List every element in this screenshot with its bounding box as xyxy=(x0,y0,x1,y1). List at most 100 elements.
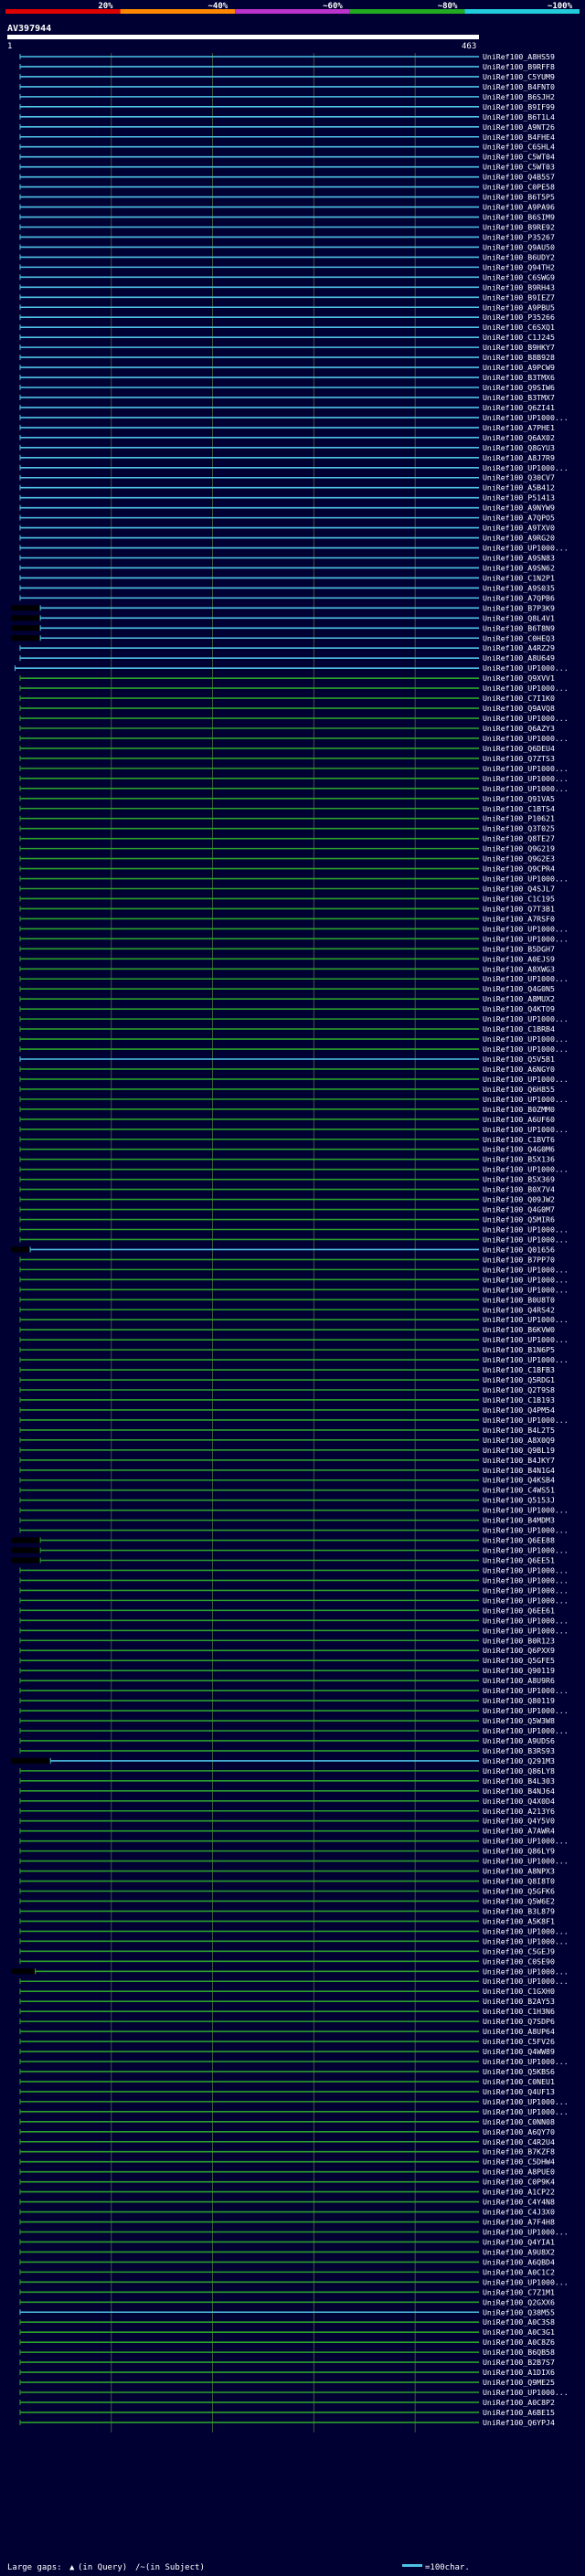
hit-label[interactable]: UniRef100_B2B7S7 xyxy=(483,2358,555,2367)
hit-label[interactable]: UniRef100_Q6ZI41 xyxy=(483,403,555,412)
hit-label[interactable]: UniRef100_UP1000... xyxy=(483,2277,569,2286)
hit-label[interactable]: UniRef100_C7I1K0 xyxy=(483,694,555,703)
hit-label[interactable]: UniRef100_UP1000... xyxy=(483,974,569,983)
hit-label[interactable]: UniRef100_C5WT03 xyxy=(483,163,555,172)
hit-label[interactable]: UniRef100_Q5RDG1 xyxy=(483,1375,555,1384)
hit-label[interactable]: UniRef100_UP1000... xyxy=(483,764,569,773)
hit-label[interactable]: UniRef100_Q4G0M6 xyxy=(483,1145,555,1154)
hit-label[interactable]: UniRef100_Q4X0D4 xyxy=(483,1797,555,1806)
hit-label[interactable]: UniRef100_UP1000... xyxy=(483,1265,569,1274)
hit-label[interactable]: UniRef100_B9RE92 xyxy=(483,222,555,231)
hit-label[interactable]: UniRef100_Q86LY8 xyxy=(483,1766,555,1776)
hit-label[interactable]: UniRef100_Q4KTO9 xyxy=(483,1004,555,1013)
hit-label[interactable]: UniRef100_Q9CPR4 xyxy=(483,864,555,874)
hit-label[interactable]: UniRef100_A8J7R9 xyxy=(483,453,555,462)
hit-label[interactable]: UniRef100_Q9AU50 xyxy=(483,242,555,251)
hit-label[interactable]: UniRef100_UP1000... xyxy=(483,875,569,884)
hit-label[interactable]: UniRef100_A9PBU5 xyxy=(483,302,555,312)
hit-label[interactable]: UniRef100_B9IF99 xyxy=(483,102,555,111)
hit-label[interactable]: UniRef100_A1CP22 xyxy=(483,2188,555,2197)
hit-label[interactable]: UniRef100_Q2GXX6 xyxy=(483,2297,555,2306)
hit-label[interactable]: UniRef100_C4WS51 xyxy=(483,1486,555,1495)
hit-label[interactable]: UniRef100_B5DGH7 xyxy=(483,944,555,953)
hit-label[interactable]: UniRef100_B4NJ64 xyxy=(483,1786,555,1796)
hit-label[interactable]: UniRef100_Q5MIR6 xyxy=(483,1215,555,1224)
hit-label[interactable]: UniRef100_UP1000... xyxy=(483,1706,569,1715)
hit-label[interactable]: UniRef100_A8MUX2 xyxy=(483,994,555,1003)
hit-label[interactable]: UniRef100_UP1000... xyxy=(483,1044,569,1054)
hit-label[interactable]: UniRef100_A7QPB6 xyxy=(483,593,555,602)
hit-label[interactable]: UniRef100_B9RH43 xyxy=(483,282,555,292)
hit-label[interactable]: UniRef100_UP1000... xyxy=(483,1095,569,1104)
hit-label[interactable]: UniRef100_UP1000... xyxy=(483,1275,569,1284)
hit-label[interactable]: UniRef100_A1DIX6 xyxy=(483,2368,555,2377)
hit-label[interactable]: UniRef100_C0SE90 xyxy=(483,1956,555,1966)
hit-label[interactable]: UniRef100_UP1000... xyxy=(483,734,569,743)
hit-label[interactable]: UniRef100_Q9XVV1 xyxy=(483,673,555,683)
hit-label[interactable]: UniRef100_Q4WW89 xyxy=(483,2047,555,2056)
hit-label[interactable]: UniRef100_Q5V5B1 xyxy=(483,1055,555,1064)
hit-label[interactable]: UniRef100_C0PE58 xyxy=(483,183,555,192)
hit-label[interactable]: UniRef100_UP1000... xyxy=(483,1926,569,1935)
hit-label[interactable]: UniRef100_B4N1G4 xyxy=(483,1466,555,1475)
hit-label[interactable]: UniRef100_A8X0Q9 xyxy=(483,1436,555,1445)
hit-label[interactable]: UniRef100_UP1000... xyxy=(483,1415,569,1425)
hit-label[interactable]: UniRef100_UP1000... xyxy=(483,1315,569,1324)
hit-label[interactable]: UniRef100_B5X136 xyxy=(483,1155,555,1164)
hit-label[interactable]: UniRef100_Q8GYU3 xyxy=(483,443,555,452)
hit-label[interactable]: UniRef100_Q6EE61 xyxy=(483,1606,555,1615)
hit-label[interactable]: UniRef100_Q6YPJ4 xyxy=(483,2418,555,2427)
hit-label[interactable]: UniRef100_A8PUE0 xyxy=(483,2168,555,2177)
hit-label[interactable]: UniRef100_C1BTS4 xyxy=(483,804,555,813)
hit-label[interactable]: UniRef100_Q9ME25 xyxy=(483,2378,555,2387)
hit-label[interactable]: UniRef100_Q7ZTS3 xyxy=(483,754,555,763)
hit-label[interactable]: UniRef100_UP1000... xyxy=(483,1626,569,1635)
hit-label[interactable]: UniRef100_B4L303 xyxy=(483,1776,555,1786)
hit-label[interactable]: UniRef100_B2AY53 xyxy=(483,1997,555,2006)
hit-label[interactable]: UniRef100_Q6DEU4 xyxy=(483,744,555,753)
hit-label[interactable]: UniRef100_UP1000... xyxy=(483,1575,569,1585)
hit-label[interactable]: UniRef100_Q9G2E3 xyxy=(483,854,555,864)
hit-label[interactable]: UniRef100_C1BVT6 xyxy=(483,1135,555,1144)
hit-label[interactable]: UniRef100_B8B928 xyxy=(483,353,555,362)
hit-label[interactable]: UniRef100_A8UP64 xyxy=(483,2027,555,2036)
hit-label[interactable]: UniRef100_A6QY70 xyxy=(483,2127,555,2136)
hit-label[interactable]: UniRef100_B5X369 xyxy=(483,1175,555,1184)
hit-label[interactable]: UniRef100_UP1000... xyxy=(483,714,569,723)
hit-label[interactable]: UniRef100_UP1000... xyxy=(483,1235,569,1244)
hit-label[interactable]: UniRef100_Q5GFK6 xyxy=(483,1887,555,1896)
hit-label[interactable]: UniRef100_C7Z1M1 xyxy=(483,2287,555,2296)
hit-label[interactable]: UniRef100_UP1000... xyxy=(483,1285,569,1294)
hit-label[interactable]: UniRef100_A7RSF0 xyxy=(483,914,555,923)
hit-label[interactable]: UniRef100_B6KVW0 xyxy=(483,1325,555,1334)
hit-label[interactable]: UniRef100_Q9AVQ8 xyxy=(483,704,555,713)
hit-label[interactable]: UniRef100_Q291M3 xyxy=(483,1756,555,1765)
hit-label[interactable]: UniRef100_A7AWR4 xyxy=(483,1827,555,1836)
hit-label[interactable]: UniRef100_UP1000... xyxy=(483,2107,569,2116)
hit-label[interactable]: UniRef100_C0NN08 xyxy=(483,2117,555,2126)
hit-label[interactable]: UniRef100_C1J245 xyxy=(483,333,555,342)
hit-label[interactable]: UniRef100_UP1000... xyxy=(483,1616,569,1625)
hit-label[interactable]: UniRef100_Q5W6E2 xyxy=(483,1896,555,1905)
hit-label[interactable]: UniRef100_Q6AX02 xyxy=(483,433,555,442)
hit-label[interactable]: UniRef100_A9S035 xyxy=(483,583,555,592)
hit-label[interactable]: UniRef100_Q38M55 xyxy=(483,2307,555,2316)
hit-label[interactable]: UniRef100_A9TXV0 xyxy=(483,524,555,533)
hit-label[interactable]: UniRef100_A213Y6 xyxy=(483,1807,555,1816)
hit-label[interactable]: UniRef100_B0U8T0 xyxy=(483,1295,555,1304)
hit-label[interactable]: UniRef100_Q86LY9 xyxy=(483,1847,555,1856)
hit-label[interactable]: UniRef100_C1H3N6 xyxy=(483,2007,555,2016)
hit-label[interactable]: UniRef100_A4RZ29 xyxy=(483,643,555,652)
hit-label[interactable]: UniRef100_B0ZMM0 xyxy=(483,1105,555,1114)
hit-label[interactable]: UniRef100_C1C195 xyxy=(483,894,555,903)
hit-label[interactable]: UniRef100_UP1000... xyxy=(483,1966,569,1976)
hit-label[interactable]: UniRef100_Q9BL19 xyxy=(483,1446,555,1455)
hit-label[interactable]: UniRef100_UP1000... xyxy=(483,1977,569,1986)
hit-label[interactable]: UniRef100_Q91VA5 xyxy=(483,794,555,803)
hit-label[interactable]: UniRef100_Q8TE27 xyxy=(483,834,555,843)
hit-label[interactable]: UniRef100_UP1000... xyxy=(483,1034,569,1044)
hit-label[interactable]: UniRef100_C5WT04 xyxy=(483,153,555,162)
hit-label[interactable]: UniRef100_C4J3X0 xyxy=(483,2208,555,2217)
hit-label[interactable]: UniRef100_B3TMX7 xyxy=(483,393,555,402)
hit-label[interactable]: UniRef100_A0C3G1 xyxy=(483,2327,555,2337)
